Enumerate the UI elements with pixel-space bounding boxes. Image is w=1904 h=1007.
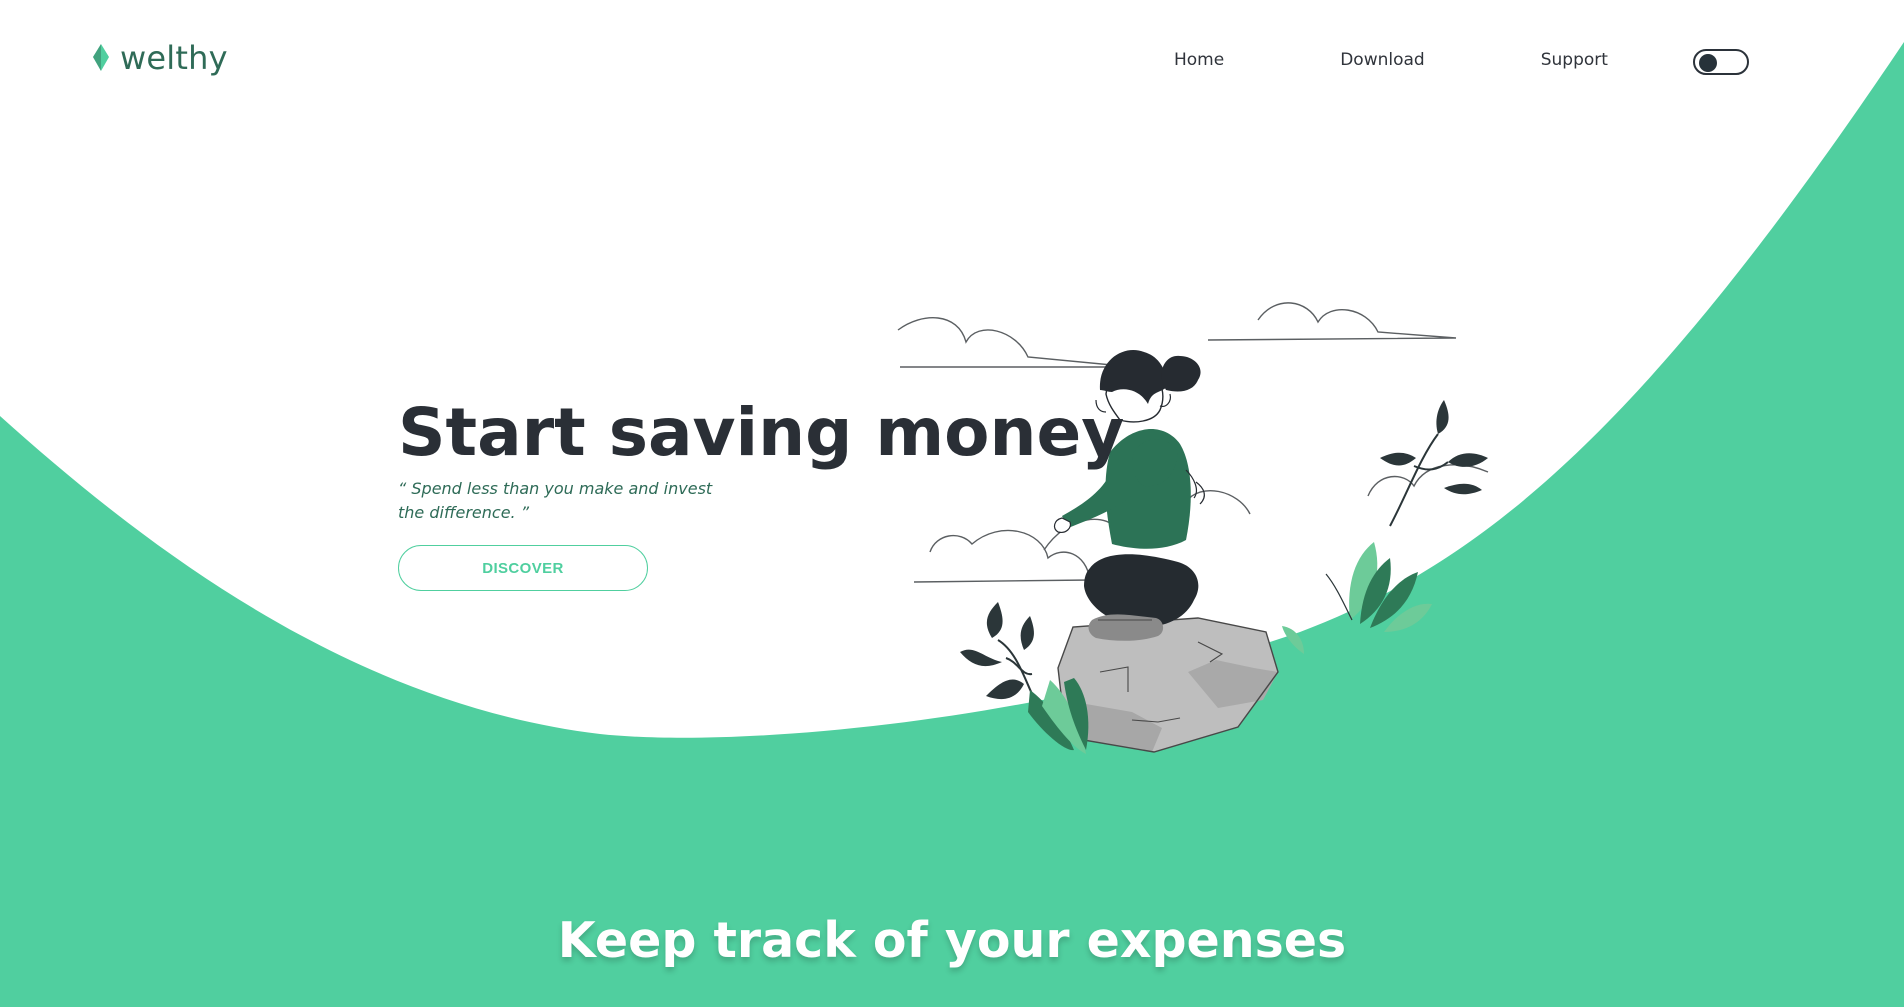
landing-page: welthy Home Download Support Start savin… [0, 0, 1904, 1007]
droplet-leaf-icon [92, 43, 110, 73]
discover-button[interactable]: DISCOVER [398, 545, 648, 591]
nav-support[interactable]: Support [1541, 50, 1608, 70]
nav-home[interactable]: Home [1174, 50, 1224, 70]
theme-toggle[interactable] [1693, 49, 1749, 75]
brand-name: welthy [120, 39, 228, 77]
moon-icon [1724, 54, 1742, 72]
rock-illustration [1057, 617, 1279, 753]
nav-download[interactable]: Download [1340, 50, 1425, 70]
brand-logo[interactable]: welthy [92, 42, 228, 74]
main-nav: Home Download Support [1174, 50, 1608, 70]
section-title: Keep track of your expenses [557, 912, 1347, 969]
hero-title: Start saving money [398, 394, 1125, 471]
toggle-knob [1699, 54, 1717, 72]
hero-quote: “ Spend less than you make and invest th… [398, 479, 713, 522]
site-header: welthy Home Download Support [0, 0, 1904, 124]
meditation-illustration [897, 302, 1489, 754]
